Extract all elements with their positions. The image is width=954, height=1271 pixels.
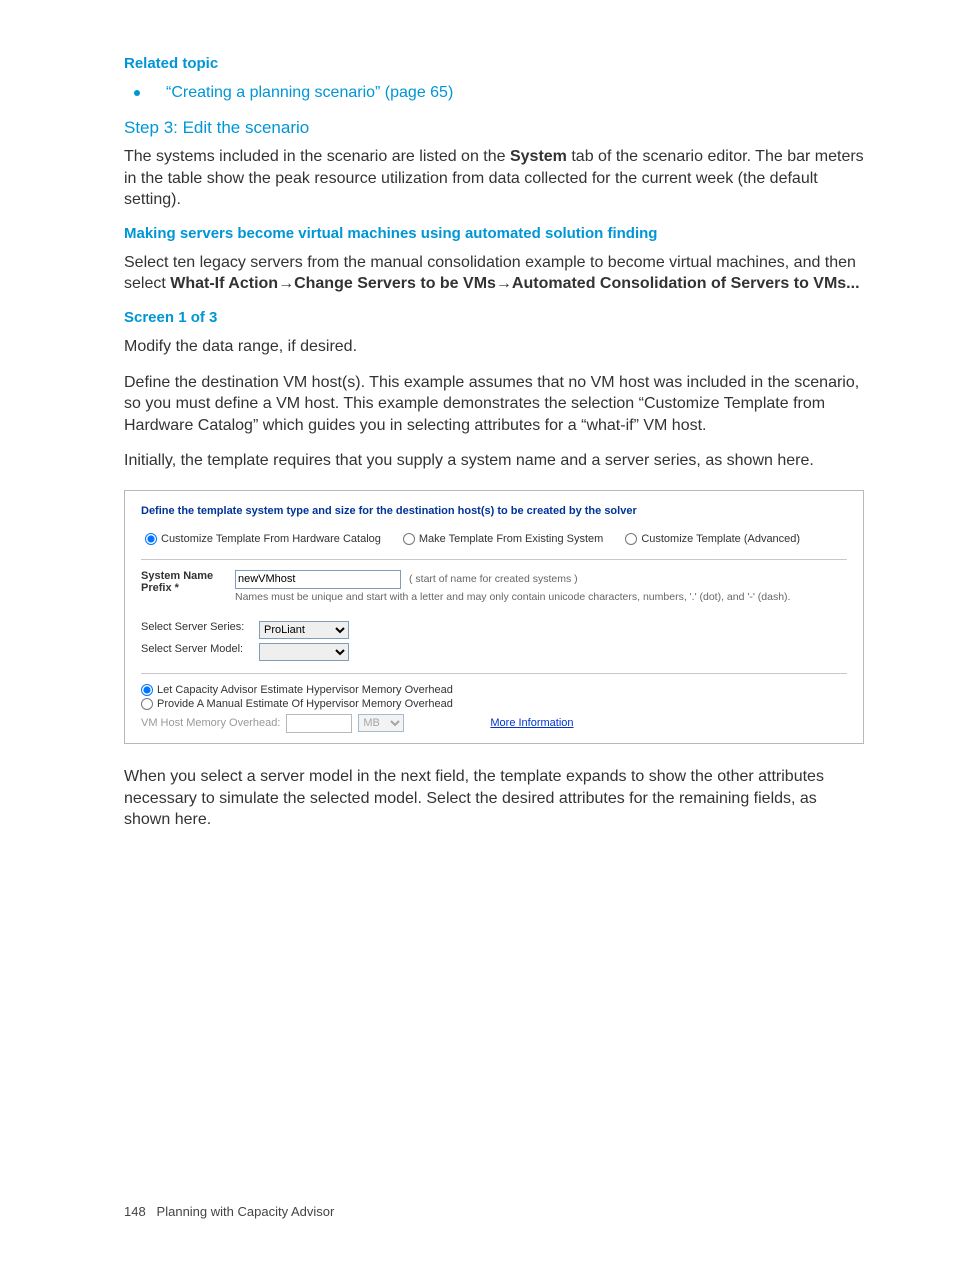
radio-input[interactable] (141, 698, 153, 710)
bullet-icon (134, 90, 140, 96)
radio-input[interactable] (141, 684, 153, 696)
document-page: Related topic “Creating a planning scena… (0, 0, 954, 1271)
select-series-label: Select Server Series: (141, 621, 251, 633)
system-name-prefix-row: System Name Prefix * ( start of name for… (141, 570, 847, 603)
template-definition-panel: Define the template system type and size… (124, 490, 864, 744)
select-server-series-row: Select Server Series: ProLiant (141, 621, 847, 639)
divider (141, 673, 847, 674)
divider (141, 559, 847, 560)
system-tab-bold: System (510, 148, 567, 165)
radio-existing-system[interactable]: Make Template From Existing System (403, 533, 603, 545)
template-source-radio-group: Customize Template From Hardware Catalog… (141, 533, 847, 545)
radio-manual-overhead[interactable]: Provide A Manual Estimate Of Hypervisor … (141, 698, 847, 710)
radio-label: Customize Template (Advanced) (641, 533, 800, 545)
radio-label: Customize Template From Hardware Catalog (161, 533, 381, 545)
radio-input[interactable] (625, 533, 637, 545)
panel-title: Define the template system type and size… (141, 505, 847, 517)
related-topic-item: “Creating a planning scenario” (page 65) (124, 84, 864, 102)
page-footer: 148 Planning with Capacity Advisor (124, 1204, 334, 1219)
radio-input[interactable] (145, 533, 157, 545)
step3-paragraph: The systems included in the scenario are… (124, 146, 864, 211)
server-series-select[interactable]: ProLiant (259, 621, 349, 639)
system-name-prefix-input[interactable] (235, 570, 401, 589)
step3-heading: Step 3: Edit the scenario (124, 118, 864, 138)
memory-overhead-label: VM Host Memory Overhead: (141, 717, 280, 729)
arrow-icon: → (496, 275, 512, 292)
select-model-label: Select Server Model: (141, 643, 251, 655)
change-servers-bold: Change Servers to be VMs (294, 275, 496, 292)
system-name-prefix-label: System Name Prefix * (141, 570, 227, 594)
automated-consolidation-bold: Automated Consolidation of Servers to VM… (512, 275, 860, 292)
memory-overhead-radio-group: Let Capacity Advisor Estimate Hypervisor… (141, 684, 847, 710)
select-server-model-row: Select Server Model: (141, 643, 847, 661)
radio-input[interactable] (403, 533, 415, 545)
arrow-icon: → (278, 275, 294, 292)
page-number: 148 (124, 1204, 146, 1219)
system-name-hint: ( start of name for created systems ) (409, 573, 578, 585)
radio-estimate-overhead[interactable]: Let Capacity Advisor Estimate Hypervisor… (141, 684, 847, 696)
chapter-title: Planning with Capacity Advisor (157, 1204, 335, 1219)
memory-unit-select: MB (358, 714, 404, 732)
radio-label: Make Template From Existing System (419, 533, 603, 545)
more-information-link[interactable]: More Information (490, 717, 573, 729)
server-model-select[interactable] (259, 643, 349, 661)
text: The systems included in the scenario are… (124, 148, 510, 165)
making-servers-heading: Making servers become virtual machines u… (124, 225, 864, 242)
radio-label: Let Capacity Advisor Estimate Hypervisor… (157, 684, 453, 696)
related-topic-list: “Creating a planning scenario” (page 65) (124, 84, 864, 102)
screen1-p3: Initially, the template requires that yo… (124, 450, 864, 472)
system-name-help: Names must be unique and start with a le… (235, 591, 795, 603)
radio-customize-advanced[interactable]: Customize Template (Advanced) (625, 533, 800, 545)
making-paragraph: Select ten legacy servers from the manua… (124, 252, 864, 295)
screen1-p2: Define the destination VM host(s). This … (124, 372, 864, 437)
radio-customize-catalog[interactable]: Customize Template From Hardware Catalog (145, 533, 381, 545)
after-paragraph: When you select a server model in the ne… (124, 766, 864, 831)
related-topic-heading: Related topic (124, 55, 864, 72)
screen1-p1: Modify the data range, if desired. (124, 336, 864, 358)
memory-overhead-input (286, 714, 352, 733)
screen1-heading: Screen 1 of 3 (124, 309, 864, 326)
memory-overhead-row: VM Host Memory Overhead: MB More Informa… (141, 714, 847, 733)
radio-label: Provide A Manual Estimate Of Hypervisor … (157, 698, 453, 710)
related-topic-link[interactable]: “Creating a planning scenario” (page 65) (166, 84, 453, 101)
what-if-action-bold: What-If Action (170, 275, 278, 292)
